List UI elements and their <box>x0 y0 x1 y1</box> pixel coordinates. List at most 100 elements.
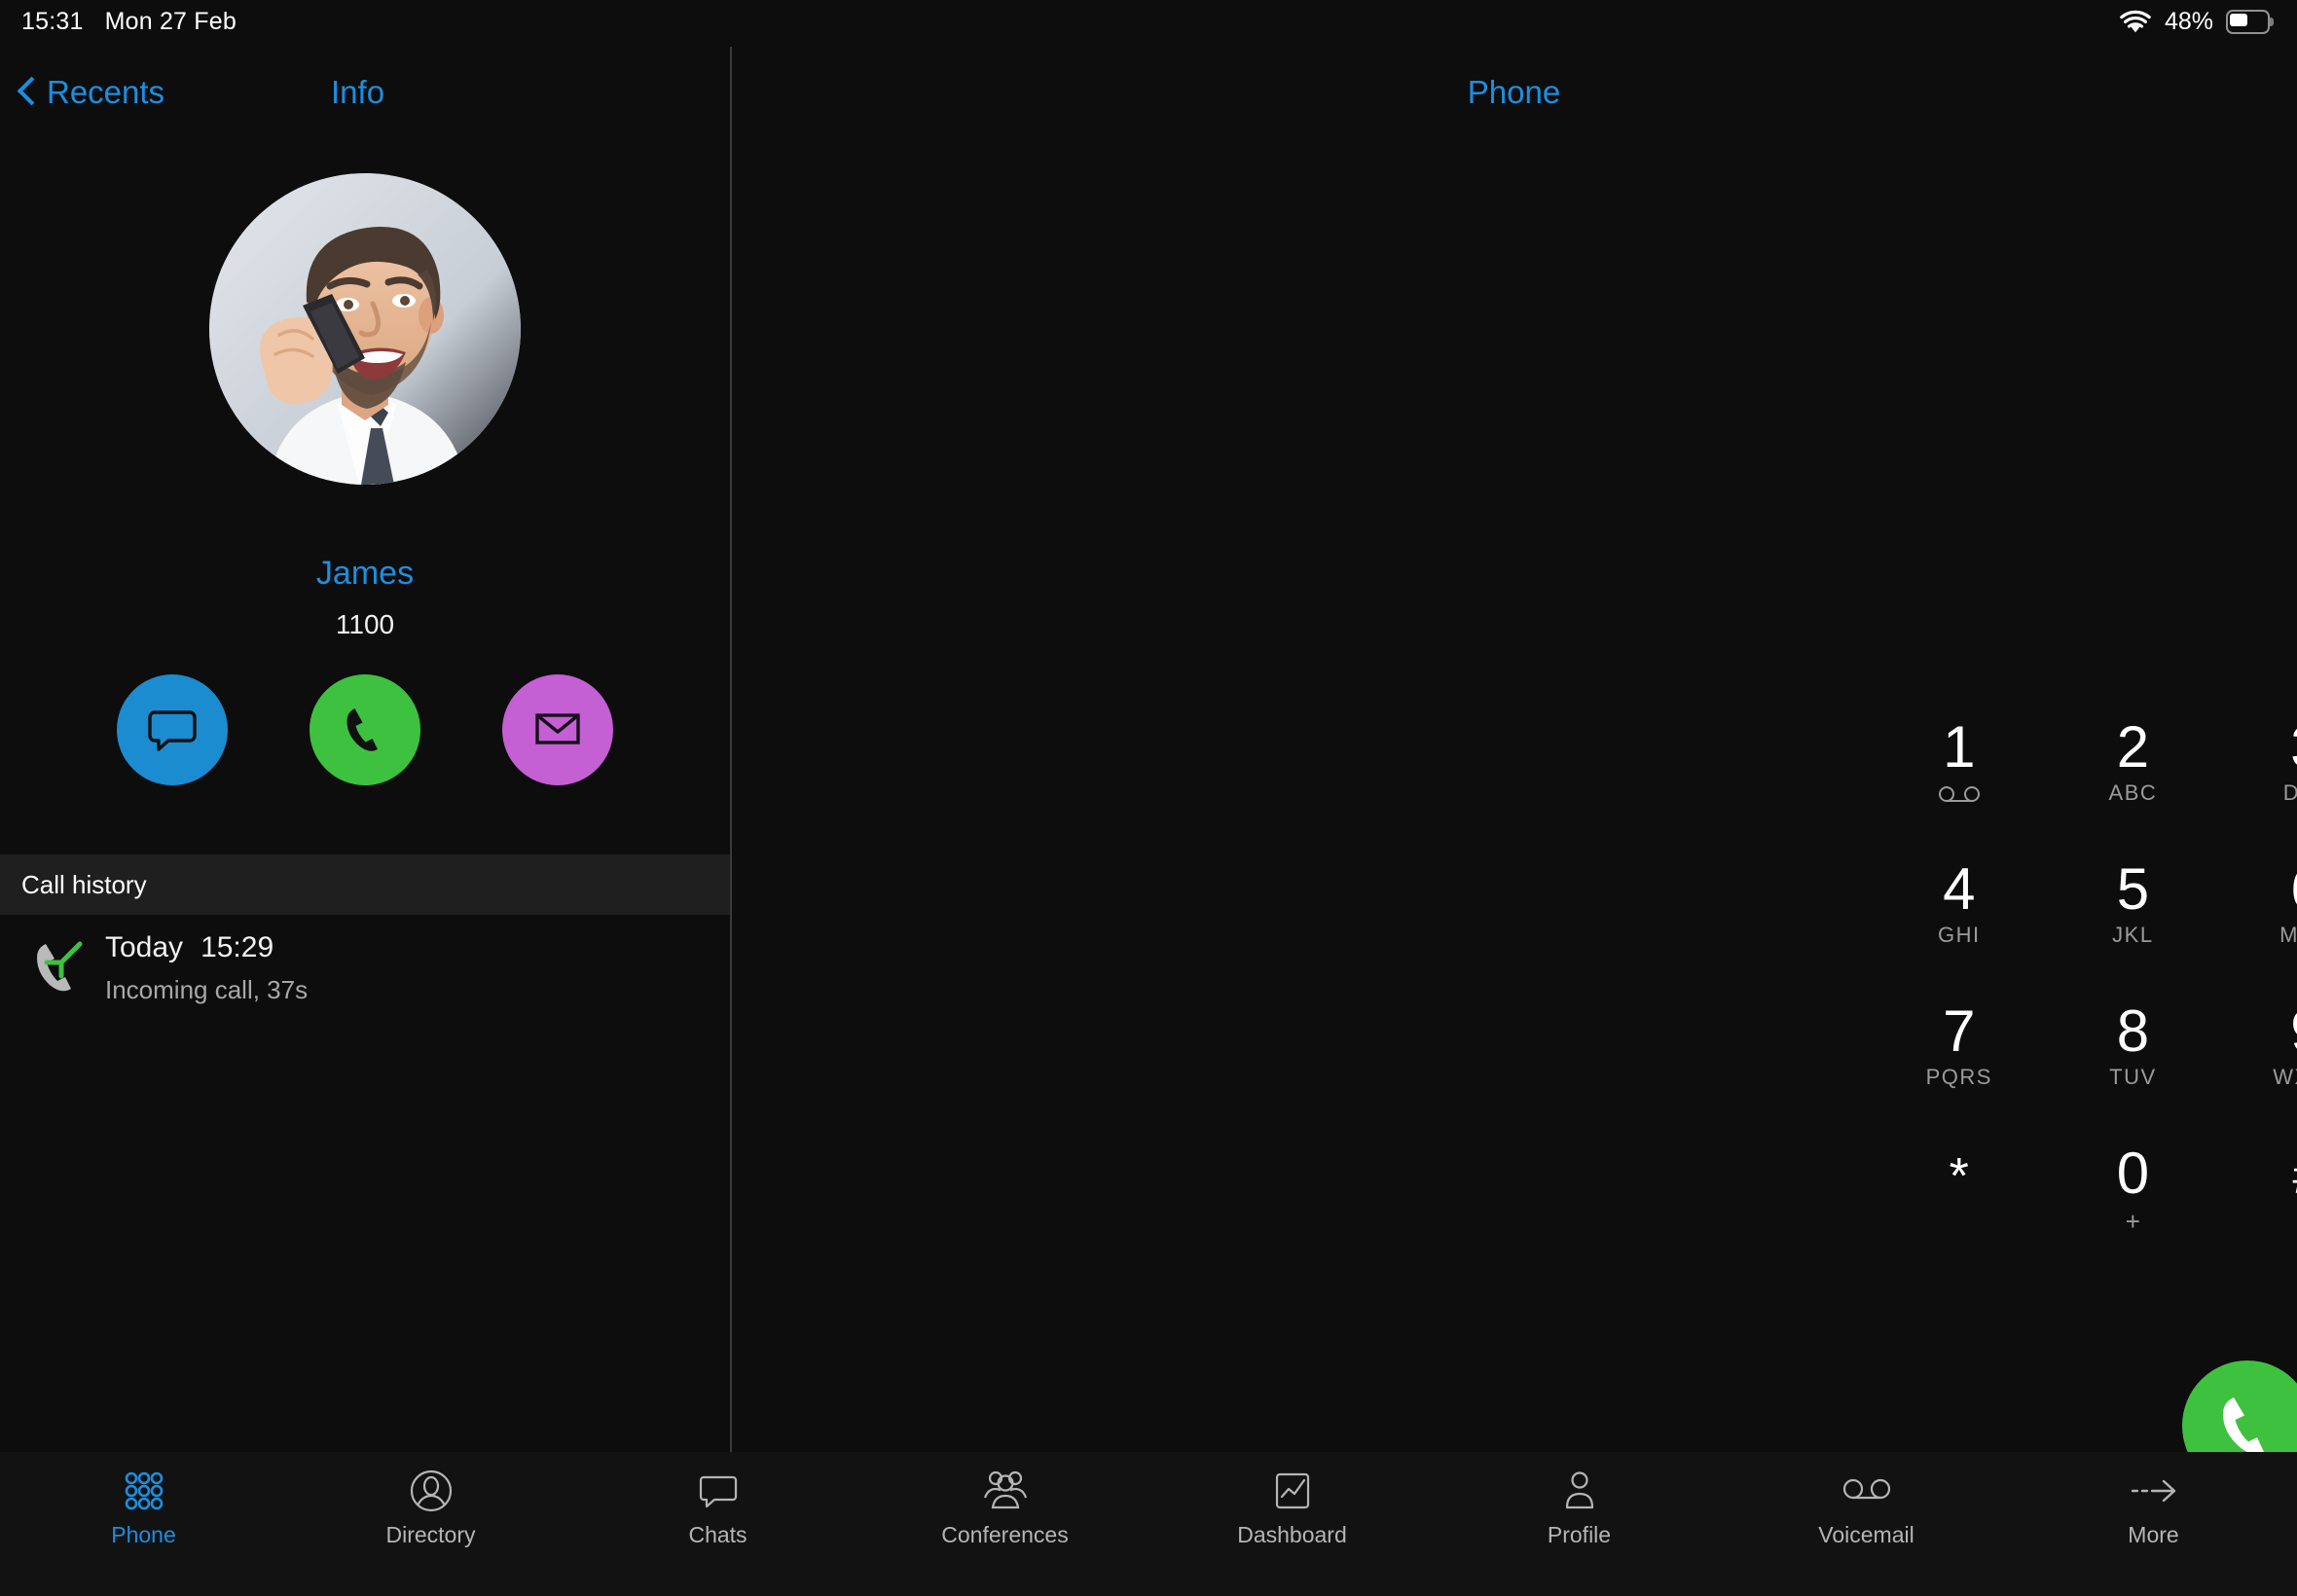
dialpad-letters: WXYZ <box>2273 1065 2297 1089</box>
dialpad-row: 7 PQRS 8 TUV 9 WXYZ <box>1873 993 2297 1135</box>
tab-more[interactable]: More <box>2010 1452 2297 1564</box>
avatar[interactable] <box>209 173 521 485</box>
call-history-title: Call history <box>21 869 147 899</box>
dialpad-key-9[interactable]: 9 WXYZ <box>2220 993 2297 1135</box>
dialpad-row: * 0 + # <box>1873 1135 2297 1277</box>
avatar-photo <box>209 173 521 485</box>
voicemail-icon <box>1841 1464 1892 1518</box>
dialpad-key-6[interactable]: 6 MNO <box>2220 851 2297 993</box>
tab-label: More <box>2128 1522 2179 1547</box>
tab-label: Chats <box>688 1522 747 1547</box>
dialpad-digit: 0 <box>2116 1141 2150 1206</box>
app-root: 15:31 Mon 27 Feb 48% Recents Info James … <box>0 0 2297 1596</box>
dialpad-letters: DEF <box>2282 780 2297 805</box>
back-label: Recents <box>47 74 165 110</box>
call-history-day: Today <box>105 931 184 963</box>
dialpad-key-0[interactable]: 0 + <box>2046 1135 2220 1277</box>
dialpad-letters: JKL <box>2112 923 2154 947</box>
call-history-header: Call history <box>0 854 730 915</box>
dialer-title: Phone <box>1467 74 1561 110</box>
chevron-left-icon <box>18 78 35 107</box>
dialpad-digit: # <box>2293 1143 2297 1211</box>
dialpad-key-7[interactable]: 7 PQRS <box>1873 993 2047 1135</box>
tab-label: Voicemail <box>1818 1522 1914 1547</box>
page-title: Info <box>331 74 385 110</box>
dialpad-key-5[interactable]: 5 JKL <box>2046 851 2220 993</box>
chart-square-icon <box>1271 1464 1314 1518</box>
contact-number: 1100 <box>335 609 395 639</box>
dialpad-plus: + <box>2125 1207 2140 1236</box>
dialpad-key-2[interactable]: 2 ABC <box>2046 708 2220 851</box>
dialpad-key-4[interactable]: 4 GHI <box>1873 851 2047 993</box>
dialpad-digit: 8 <box>2116 998 2150 1064</box>
chat-bubble-outline-icon <box>697 1464 740 1518</box>
tab-voicemail[interactable]: Voicemail <box>1723 1452 2010 1564</box>
dialpad-letters: TUV <box>2109 1065 2157 1089</box>
dialpad-letters: MNO <box>2279 923 2297 947</box>
contact-name: James <box>315 555 415 592</box>
dialpad-row: 4 GHI 5 JKL 6 MNO <box>1873 851 2297 993</box>
wifi-icon <box>2119 10 2152 35</box>
phone-handset-icon <box>339 702 391 759</box>
tab-dashboard[interactable]: Dashboard <box>1148 1452 1436 1564</box>
tab-conferences[interactable]: Conferences <box>861 1452 1148 1564</box>
call-history-detail: Incoming call, 37s <box>105 975 309 1004</box>
dialpad-digit: 4 <box>1943 856 1976 922</box>
person-outline-icon <box>1560 1464 1599 1518</box>
dialpad-digit: * <box>1949 1148 1969 1205</box>
dialpad-grid-icon <box>123 1464 165 1518</box>
contact-actions <box>0 674 730 785</box>
status-bar-left: 15:31 Mon 27 Feb <box>21 8 237 36</box>
contact-card-icon <box>408 1464 455 1518</box>
battery-icon <box>2226 10 2274 34</box>
call-action-button[interactable] <box>310 674 420 785</box>
dialpad-key-3[interactable]: 3 DEF <box>2220 708 2297 851</box>
voicemail-icon <box>1937 786 1982 809</box>
back-to-recents-button[interactable]: Recents <box>18 74 164 111</box>
tab-bar: Phone Directory Chats Conferences Dashbo… <box>0 1452 2297 1596</box>
dialpad-letters: ABC <box>2108 780 2158 805</box>
dialpad-key-star[interactable]: * <box>1873 1135 2047 1277</box>
tab-label: Dashboard <box>1237 1522 1347 1547</box>
dialpad-letters: GHI <box>1937 923 1981 947</box>
dialpad-digit: 2 <box>2116 714 2150 780</box>
status-bar: 15:31 Mon 27 Feb 48% <box>0 0 2297 47</box>
status-time: 15:31 <box>21 8 84 35</box>
dashed-arrow-right-icon <box>2129 1464 2179 1518</box>
dialpad-key-8[interactable]: 8 TUV <box>2046 993 2220 1135</box>
tab-directory[interactable]: Directory <box>287 1452 574 1564</box>
tab-chats[interactable]: Chats <box>574 1452 861 1564</box>
tab-phone[interactable]: Phone <box>0 1452 287 1564</box>
tab-label: Phone <box>111 1522 176 1547</box>
envelope-icon <box>531 702 584 759</box>
dialpad-key-hash[interactable]: # <box>2220 1135 2297 1277</box>
battery-percent-label: 48% <box>2164 8 2213 35</box>
people-group-icon <box>981 1464 1030 1518</box>
email-action-button[interactable] <box>502 674 613 785</box>
chat-action-button[interactable] <box>117 674 228 785</box>
tab-label: Conferences <box>941 1522 1069 1547</box>
dialpad-letters: PQRS <box>1925 1065 1992 1089</box>
call-history-row[interactable]: Today 15:29 Incoming call, 37s <box>0 915 730 1022</box>
call-history-primary: Today 15:29 <box>105 931 273 964</box>
dialpad-digit: 5 <box>2116 856 2150 922</box>
dialpad-digit: 7 <box>1943 998 1976 1064</box>
status-bar-right: 48% <box>2119 8 2274 36</box>
dialpad-key-1[interactable]: 1 <box>1873 708 2047 851</box>
status-date: Mon 27 Feb <box>104 8 237 35</box>
dialpad-digit: 3 <box>2290 716 2297 779</box>
dialpad-digit: 6 <box>2290 858 2297 921</box>
dialpad-row: 1 2 ABC 3 DEF <box>1873 708 2297 851</box>
tab-label: Profile <box>1547 1522 1612 1547</box>
tab-label: Directory <box>385 1522 476 1547</box>
dialpad-digit: 1 <box>1943 714 1976 780</box>
dialpad-digit: 9 <box>2290 1000 2297 1063</box>
chat-bubble-icon <box>146 702 199 759</box>
dialpad: 1 2 ABC 3 DEF <box>1873 708 2297 1277</box>
incoming-call-icon <box>29 938 86 995</box>
left-nav-bar: Recents Info <box>0 66 730 134</box>
dialer-panel: Phone 1 2 ABC D 4 GHI 5 JKL M 7 PQRS 8 T… <box>731 47 2297 1491</box>
contact-info-panel: Recents Info James 1100 Call history Tod… <box>0 47 730 1452</box>
call-history-time: 15:29 <box>201 931 274 963</box>
tab-profile[interactable]: Profile <box>1436 1452 1723 1564</box>
